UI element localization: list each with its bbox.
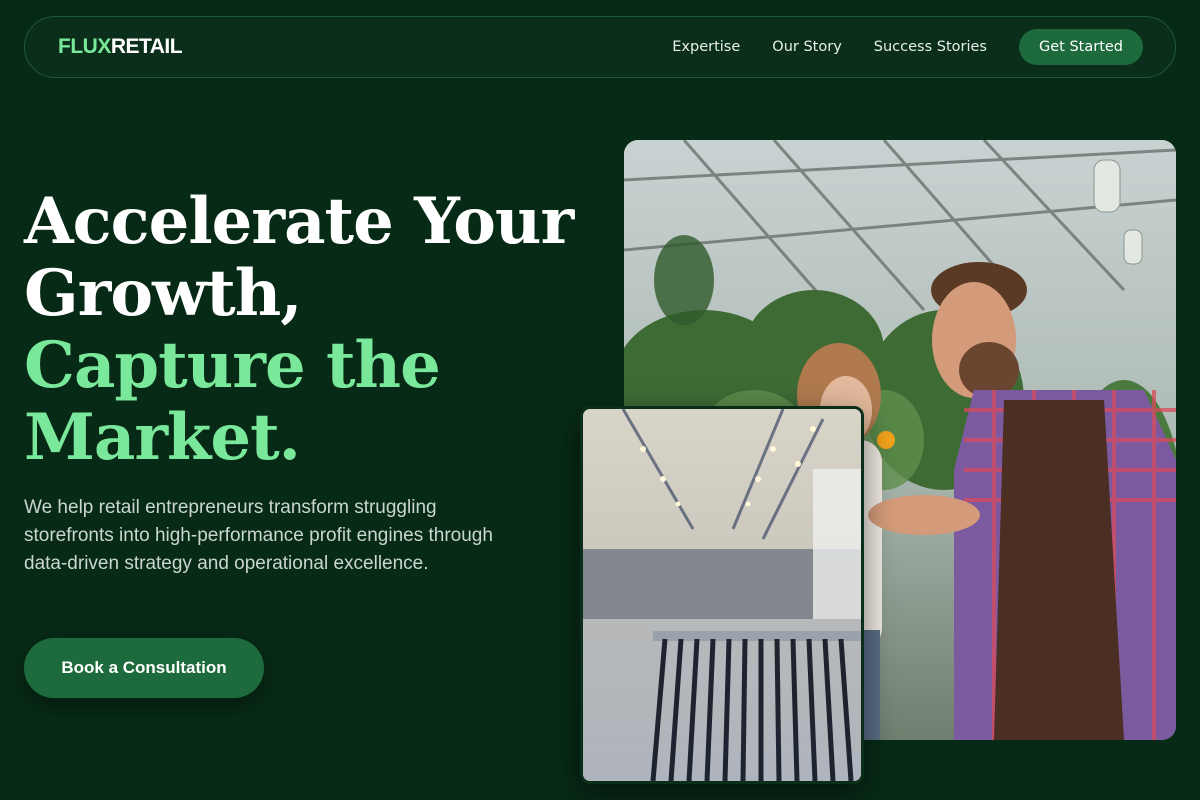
nav-link-our-story[interactable]: Our Story (772, 39, 841, 55)
hero-headline: Accelerate Your Growth, Capture the Mark… (24, 186, 584, 474)
clothing-store-photo (580, 406, 864, 784)
logo-suffix: RETAIL (110, 35, 183, 58)
top-navbar: FLUXRETAIL Expertise Our Story Success S… (24, 16, 1176, 78)
headline-line-4: Market. (24, 400, 301, 475)
headline-line-1: Accelerate Your (24, 184, 574, 259)
headline-line-2: Growth, (24, 256, 303, 331)
headline-line-3: Capture the (24, 328, 441, 403)
brand-logo[interactable]: FLUXRETAIL (58, 35, 183, 59)
nav-link-expertise[interactable]: Expertise (672, 39, 740, 55)
get-started-button[interactable]: Get Started (1019, 29, 1143, 65)
book-consultation-button[interactable]: Book a Consultation (24, 638, 264, 698)
logo-prefix: FLUX (58, 35, 111, 58)
nav-links: Expertise Our Story Success Stories Get … (672, 29, 1143, 65)
nav-link-success-stories[interactable]: Success Stories (874, 39, 987, 55)
hero-description: We help retail entrepreneurs transform s… (24, 497, 493, 574)
